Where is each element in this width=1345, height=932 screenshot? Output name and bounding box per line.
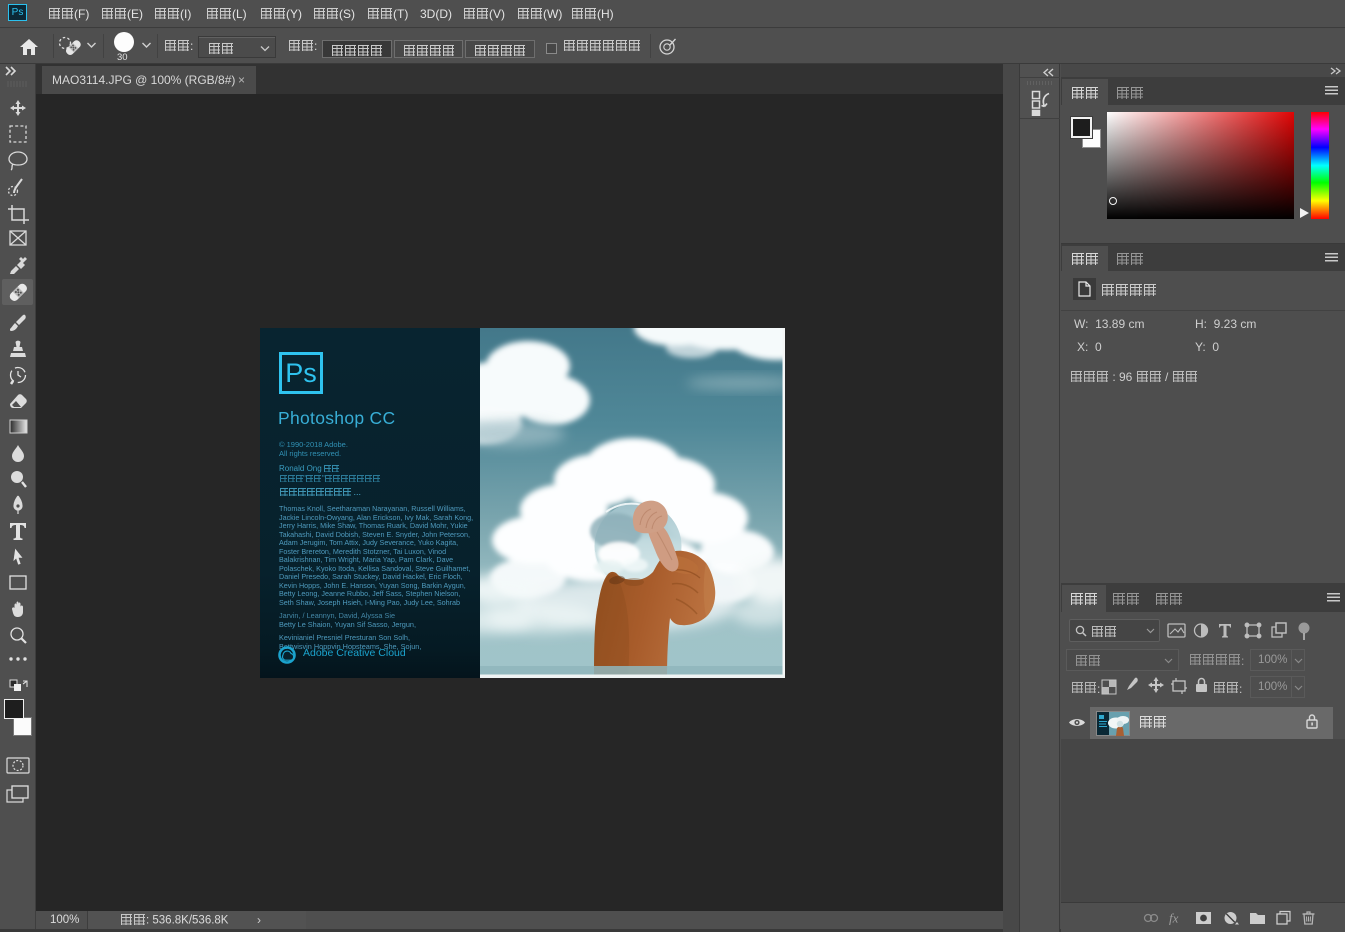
svg-text:fx: fx bbox=[1169, 911, 1179, 926]
